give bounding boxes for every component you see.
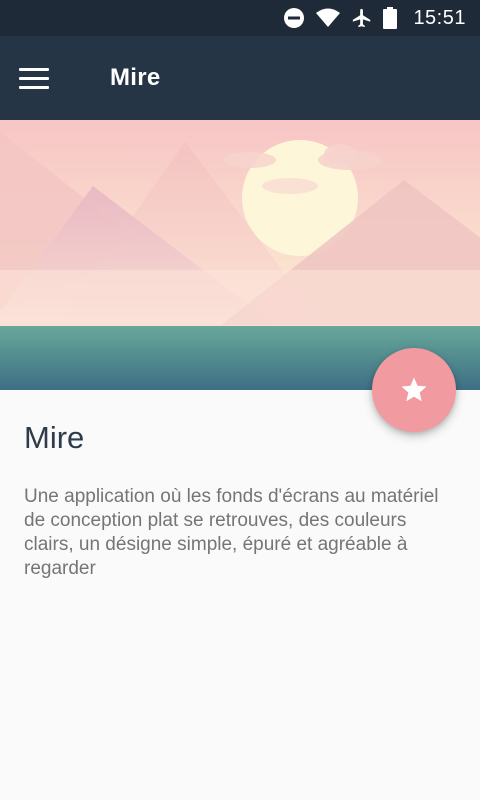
favorite-fab-button[interactable] bbox=[372, 348, 456, 432]
status-time: 15:51 bbox=[413, 6, 466, 29]
airplane-mode-icon bbox=[353, 8, 371, 28]
do-not-disturb-icon bbox=[284, 8, 305, 28]
status-bar: 15:51 bbox=[0, 0, 480, 36]
content-title: Mire bbox=[24, 420, 85, 455]
battery-icon bbox=[383, 7, 398, 29]
app-bar: Mire bbox=[0, 36, 480, 120]
hamburger-menu-icon[interactable] bbox=[14, 58, 54, 98]
star-icon bbox=[401, 377, 427, 402]
wifi-icon bbox=[316, 8, 341, 27]
content-description: Une application où les fonds d'écrans au… bbox=[24, 486, 439, 579]
status-icons: 15:51 bbox=[283, 0, 466, 36]
app-title: Mire bbox=[110, 64, 161, 91]
